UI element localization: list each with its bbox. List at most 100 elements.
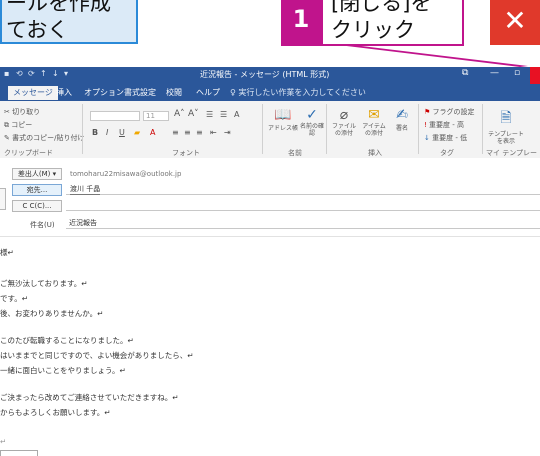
recipient-token[interactable]: 渡川 千晶 (70, 184, 101, 195)
group-label-tags: タグ (440, 149, 454, 157)
group-label-names: 名前 (288, 149, 302, 157)
format-painter-button[interactable]: ✎ 書式のコピー/貼り付け (4, 133, 84, 143)
cc-button[interactable]: C C(C)... (12, 200, 62, 212)
copy-button[interactable]: ⧉ コピー (4, 120, 32, 130)
body-line: 後、お変わりありませんか。↵ (0, 309, 104, 318)
from-button[interactable]: 差出人(M) ▾ (12, 168, 62, 180)
address-book-button[interactable]: 📖 アドレス帳 (268, 107, 298, 132)
tab-message[interactable]: メッセージ (8, 86, 58, 100)
decrease-indent-icon[interactable]: ⇤ (210, 128, 217, 137)
align-right-icon[interactable]: ≡ (196, 128, 203, 137)
italic-button[interactable]: I (106, 128, 108, 137)
numbering-icon[interactable]: ☰ (220, 110, 227, 119)
follow-up-button[interactable]: ⚑ フラグの設定 (424, 107, 475, 117)
address-book-icon: 📖 (274, 107, 292, 123)
redo-icon[interactable]: ⟳ (28, 69, 35, 78)
view-templates-label: テンプレートを表示 (488, 131, 524, 145)
attach-item-label: アイテムの添付 (362, 123, 386, 137)
check-names-icon: ✓ (306, 107, 318, 123)
clear-format-icon[interactable]: A (234, 110, 239, 119)
group-label-include: 挿入 (368, 149, 382, 157)
format-painter-label: 書式のコピー/貼り付け (12, 134, 85, 142)
font-color-button[interactable]: A (150, 128, 155, 137)
send-button[interactable] (0, 188, 6, 210)
cc-field[interactable] (66, 200, 540, 211)
lightbulb-icon: ♀ (230, 88, 236, 97)
align-center-icon[interactable]: ≡ (184, 128, 191, 137)
step-number-badge: 1 (281, 0, 321, 46)
attach-file-button[interactable]: ⌀ ファイルの添付 (330, 107, 358, 137)
status-box (0, 450, 38, 456)
attach-file-label: ファイルの添付 (331, 123, 356, 137)
body-line: 様↵ (0, 248, 14, 257)
envelope-icon: ✉ (368, 107, 380, 123)
down-arrow-icon: ↓ (424, 134, 433, 142)
tab-help[interactable]: ヘルプ (196, 87, 220, 98)
cut-button[interactable]: ✂ 切り取り (4, 107, 40, 117)
low-importance-button[interactable]: ↓ 重要度 - 低 (424, 133, 467, 143)
message-body[interactable]: 様↵ ご無沙汰しております。↵ です。↵ 後、お変わりありませんか。↵ このたび… (0, 237, 540, 450)
attach-item-button[interactable]: ✉ アイテムの添付 (360, 107, 388, 137)
window-title: 近況報告 - メッセージ (HTML 形式) (200, 70, 330, 79)
font-size-combo[interactable]: 11 (143, 111, 169, 121)
ribbon-tabs: メッセージ 挿入 オプション 書式設定 校閲 ヘルプ ♀ 実行したい作業を入力し… (0, 84, 540, 101)
save-icon[interactable]: ▪ (4, 69, 9, 78)
tab-insert[interactable]: 挿入 (56, 87, 72, 98)
tab-review[interactable]: 校閲 (166, 87, 182, 98)
customize-qat-icon[interactable]: ▾ (64, 69, 68, 78)
align-left-icon[interactable]: ≡ (172, 128, 179, 137)
from-address: tomoharu22misawa@outlook.jp (70, 170, 182, 178)
tell-me-text: 実行したい作業を入力してください (238, 88, 366, 97)
ribbon: ✂ 切り取り ⧉ コピー ✎ 書式のコピー/貼り付け クリップボード 11 A˄… (0, 101, 540, 167)
down-arrow-icon[interactable]: ↓ (52, 69, 59, 78)
ribbon-display-icon[interactable]: ⧉ (462, 68, 468, 78)
grow-font-icon[interactable]: A˄ (174, 109, 185, 119)
group-label-clipboard: クリップボード (4, 149, 53, 157)
body-line: ご無沙汰しております。↵ (0, 279, 88, 288)
bullets-icon[interactable]: ☰ (206, 110, 213, 119)
minimize-icon[interactable]: — (490, 68, 499, 78)
underline-button[interactable]: U (119, 128, 125, 137)
bold-button[interactable]: B (92, 128, 98, 137)
tell-me-search[interactable]: ♀ 実行したい作業を入力してください (230, 87, 366, 98)
up-arrow-icon[interactable]: ↑ (40, 69, 47, 78)
body-line: このたび転職することになりました。↵ (0, 336, 134, 345)
subject-label: 件名(U) (30, 221, 55, 229)
signature-icon: ✍ (396, 107, 408, 123)
scissors-icon: ✂ (4, 108, 13, 116)
message-header: 差出人(M) ▾ tomoharu22misawa@outlook.jp 宛先.… (0, 158, 540, 236)
address-book-label: アドレス帳 (268, 125, 299, 132)
group-label-font: フォント (172, 149, 200, 157)
ribbon-divider (82, 104, 83, 154)
body-line: はいままでと同じですので、よい機会がありましたら、↵ (0, 351, 194, 360)
close-button[interactable] (530, 67, 540, 84)
subject-field[interactable]: 近況報告 (66, 218, 540, 229)
window-titlebar: ▪ ⟲ ⟳ ↑ ↓ ▾ 近況報告 - メッセージ (HTML 形式) ⧉ — ▫ (0, 67, 540, 84)
check-names-button[interactable]: ✓ 名前の確認 (300, 107, 324, 137)
tab-format-text[interactable]: 書式設定 (124, 87, 156, 98)
callout-right-line2: クリック (331, 18, 415, 42)
body-line: です。↵ (0, 294, 29, 303)
increase-indent-icon[interactable]: ⇥ (224, 128, 231, 137)
view-templates-button[interactable]: 🗎 テンプレートを表示 (486, 107, 526, 145)
undo-icon[interactable]: ⟲ (16, 69, 23, 78)
high-importance-button[interactable]: ! 重要度 - 高 (424, 120, 464, 130)
high-importance-label: 重要度 - 高 (429, 121, 465, 129)
subject-value: 近況報告 (69, 219, 97, 227)
highlight-icon[interactable]: ▰ (134, 128, 140, 137)
instruction-callout-right: [閉じる]を クリック (321, 0, 464, 46)
paperclip-icon: ⌀ (339, 107, 349, 123)
flag-icon: ⚑ (424, 108, 433, 116)
to-button[interactable]: 宛先... (12, 184, 62, 196)
shrink-font-icon[interactable]: A˅ (188, 109, 199, 119)
copy-label: コピー (11, 121, 33, 129)
ribbon-divider (482, 104, 483, 154)
check-names-label: 名前の確認 (300, 123, 325, 137)
restore-icon[interactable]: ▫ (514, 68, 520, 78)
to-field[interactable]: 渡川 千晶 (66, 184, 540, 195)
signature-label: 署名 (395, 125, 408, 132)
tab-options[interactable]: オプション (84, 87, 124, 98)
font-name-combo[interactable] (90, 111, 140, 121)
signature-button[interactable]: ✍ 署名 (390, 107, 414, 132)
body-line: 一緒に面白いことをやりましょう。↵ (0, 366, 126, 375)
